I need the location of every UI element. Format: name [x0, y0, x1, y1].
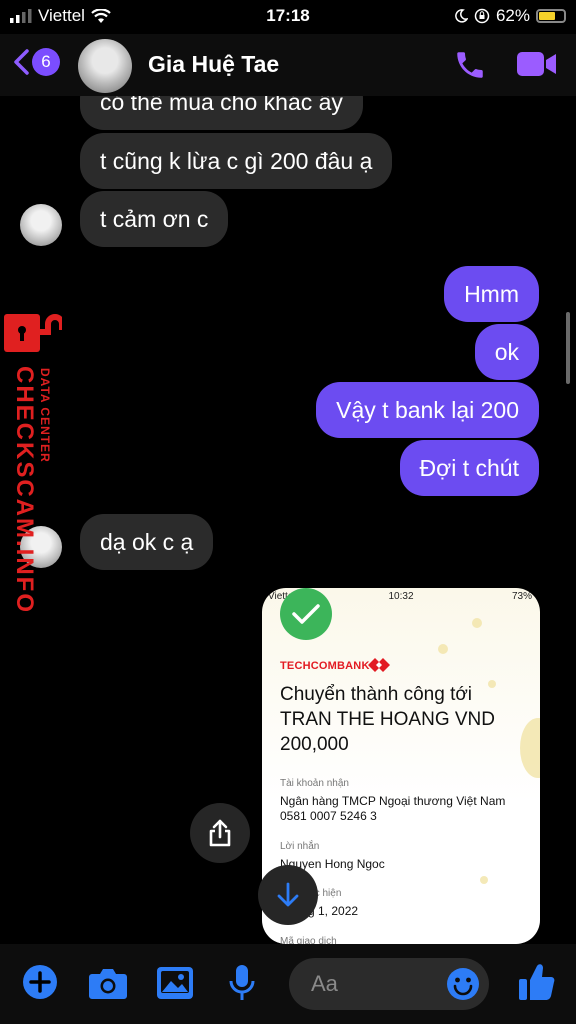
- message-label: Lời nhắn: [280, 841, 320, 852]
- video-camera-icon[interactable]: [516, 50, 558, 78]
- chat-header: 6 Gia Huệ Tae: [0, 34, 576, 96]
- message-incoming[interactable]: t cũng k lừa c gì 200 đâu ạ: [80, 133, 393, 189]
- status-right: 62%: [454, 6, 566, 26]
- message-outgoing[interactable]: Hmm: [444, 266, 539, 322]
- transaction-label: Mã giao dịch: [280, 936, 337, 944]
- message-incoming[interactable]: t cảm ơn c: [80, 191, 229, 247]
- emoji-icon[interactable]: [445, 966, 481, 1002]
- watermark-brand: CHECKSCAM.INFO: [11, 366, 38, 614]
- composer-bar: Aa: [0, 944, 576, 1024]
- scrollbar[interactable]: [566, 312, 570, 384]
- share-button[interactable]: [190, 803, 250, 863]
- message-input[interactable]: Aa: [289, 958, 489, 1010]
- moon-icon: [455, 9, 468, 23]
- transfer-title: Chuyển thành công tới TRAN THE HOANG VND…: [280, 684, 496, 755]
- share-icon: [209, 819, 231, 847]
- receiver-account: 0581 0007 5246 3: [280, 809, 377, 823]
- contact-avatar[interactable]: [78, 39, 132, 93]
- message-outgoing[interactable]: ok: [474, 324, 539, 380]
- message-outgoing[interactable]: Đợi t chút: [399, 440, 539, 496]
- camera-icon[interactable]: [88, 966, 128, 1000]
- plus-icon[interactable]: [22, 964, 58, 1000]
- status-bar: Viettel 17:18 62%: [0, 0, 576, 34]
- watermark: CHECKSCAM.INFO DATA CENTER: [2, 310, 62, 614]
- receiver-label: Tài khoản nhận: [280, 778, 349, 789]
- gallery-icon[interactable]: [156, 966, 194, 1000]
- scroll-down-button[interactable]: [258, 865, 318, 925]
- microphone-icon[interactable]: [228, 964, 256, 1002]
- back-button[interactable]: 6: [12, 48, 60, 76]
- watermark-tagline: DATA CENTER: [38, 368, 52, 463]
- unread-count-badge: 6: [32, 48, 60, 76]
- avatar[interactable]: [20, 204, 62, 246]
- phone-icon[interactable]: [452, 48, 488, 82]
- message-outgoing[interactable]: Vậy t bank lại 200: [316, 382, 539, 438]
- bank-name: TECHCOMBANK: [280, 660, 370, 672]
- thumbs-up-icon[interactable]: [518, 962, 556, 1002]
- rotation-lock-icon: [474, 8, 490, 24]
- contact-name[interactable]: Gia Huệ Tae: [148, 51, 279, 78]
- receipt-battery: 73%: [511, 591, 532, 602]
- battery-percent: 62%: [495, 6, 530, 25]
- techcombank-logo-icon: [368, 658, 390, 672]
- message-input-placeholder: Aa: [311, 971, 338, 996]
- receiver-bank: Ngân hàng TMCP Ngoại thương Việt Nam: [280, 794, 506, 808]
- message-incoming[interactable]: dạ ok c ạ: [80, 514, 214, 570]
- lock-icon: [4, 314, 62, 352]
- back-chevron-icon: [14, 49, 29, 75]
- battery-icon: [536, 9, 566, 23]
- checkmark-icon: [280, 588, 332, 640]
- arrow-down-icon: [277, 882, 299, 907]
